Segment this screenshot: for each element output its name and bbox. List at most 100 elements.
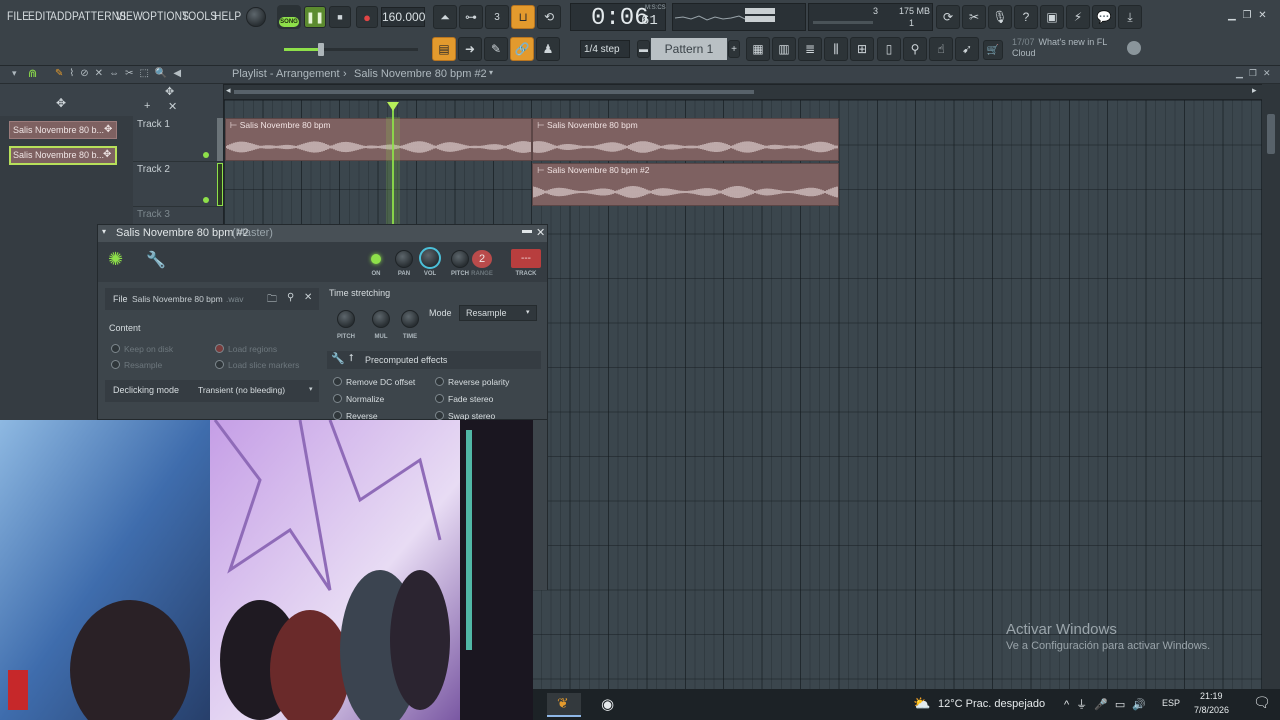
waveform-tab-icon[interactable]: ✺ bbox=[108, 249, 123, 270]
file-name[interactable]: Salis Novembre 80 bpm bbox=[132, 294, 223, 304]
add-track-icon[interactable]: + bbox=[144, 100, 150, 112]
news-panel[interactable]: 17/07 What's new in FL Cloud bbox=[1012, 37, 1122, 61]
pencil-tool-button[interactable]: ✎ bbox=[484, 37, 508, 61]
remove-track-icon[interactable]: ✕ bbox=[168, 100, 177, 113]
remove-dc-option[interactable]: Remove DC offset bbox=[333, 377, 415, 387]
on-led[interactable] bbox=[371, 254, 381, 264]
weather-text[interactable]: 12°C Prac. despejado bbox=[938, 698, 1045, 710]
scroll-left-icon[interactable]: ◂ bbox=[226, 85, 231, 96]
picker-toggle-icon[interactable]: ✥ bbox=[56, 96, 66, 110]
main-volume-handle[interactable] bbox=[318, 43, 324, 56]
minimize-icon[interactable]: ▁ bbox=[1228, 10, 1236, 21]
playback-tool-icon[interactable]: ◀ bbox=[173, 68, 187, 79]
arrangement-dropdown-icon[interactable]: ▾ bbox=[489, 68, 493, 77]
horizontal-scrollbar[interactable]: ◂ ▸ bbox=[224, 85, 1262, 99]
pattern-selector[interactable]: Pattern 1 bbox=[651, 38, 727, 60]
master-volume-knob[interactable] bbox=[246, 7, 266, 27]
slip-tool-icon[interactable]: ⇔ bbox=[109, 68, 125, 79]
language-indicator[interactable]: ESP bbox=[1162, 698, 1180, 708]
load-regions-option[interactable]: Load regions bbox=[215, 344, 277, 354]
dialog-menu-icon[interactable]: ▾ bbox=[102, 227, 106, 236]
slice-markers-option[interactable]: Load slice markers bbox=[215, 360, 299, 370]
weather-icon[interactable]: ⛅ bbox=[913, 695, 930, 712]
menu-tools[interactable]: TOOLS bbox=[182, 9, 217, 23]
track-mute-led[interactable] bbox=[203, 197, 209, 203]
dialog-minimize-icon[interactable]: ▬ bbox=[522, 225, 532, 236]
song-mode-switch[interactable]: SONG bbox=[277, 5, 301, 29]
stop-button[interactable]: ■ bbox=[329, 6, 351, 28]
chat-button[interactable]: 💬 bbox=[1092, 5, 1116, 29]
clock-date[interactable]: 7/8/2026 bbox=[1194, 705, 1229, 715]
zoom-tool-icon[interactable]: 🔍 bbox=[155, 68, 173, 79]
close-icon[interactable]: ✕ bbox=[1258, 10, 1266, 21]
audio-input-button[interactable]: 🎙 bbox=[988, 5, 1012, 29]
clock-time[interactable]: 21:19 bbox=[1200, 691, 1223, 701]
playlist-button[interactable]: ▤ bbox=[432, 37, 456, 61]
snap-selector[interactable]: 1/4 step bbox=[580, 40, 630, 58]
ts-pitch-knob[interactable] bbox=[337, 310, 355, 328]
pattern-prev-button[interactable]: ▬ bbox=[637, 40, 650, 58]
vol-knob[interactable] bbox=[419, 247, 441, 269]
view-browser-button[interactable]: ⊞ bbox=[850, 37, 874, 61]
mute-tool-icon[interactable]: ✕ bbox=[95, 68, 109, 79]
dropdown-arrow-icon[interactable]: ▾ bbox=[309, 385, 313, 393]
usb-icon[interactable]: ⏚ bbox=[1076, 699, 1094, 711]
metronome-button[interactable]: ⏶ bbox=[433, 5, 457, 29]
menu-view[interactable]: VIEW bbox=[116, 9, 143, 23]
shop-button[interactable]: 🛒 bbox=[983, 40, 1003, 60]
record-button[interactable]: ● bbox=[356, 6, 378, 28]
vertical-scroll-thumb[interactable] bbox=[1267, 114, 1275, 154]
clear-file-icon[interactable]: ✕ bbox=[304, 292, 312, 303]
plugin-db-button[interactable]: ⚲ bbox=[903, 37, 927, 61]
maximize-icon[interactable]: ❐ bbox=[1242, 10, 1251, 21]
keep-on-disk-option[interactable]: Keep on disk bbox=[111, 344, 173, 354]
taskbar-app-obs[interactable]: ◉ bbox=[591, 693, 625, 717]
mic-icon[interactable]: 🎤 bbox=[1094, 699, 1115, 711]
track-header[interactable]: Track 2 bbox=[133, 163, 223, 207]
add-pattern-button[interactable]: + bbox=[728, 40, 740, 58]
reverse-polarity-option[interactable]: Reverse polarity bbox=[435, 377, 509, 387]
normalize-option[interactable]: Normalize bbox=[333, 394, 384, 404]
declicking-select[interactable]: Transient (no bleeding) bbox=[198, 385, 285, 395]
pitch-knob[interactable] bbox=[451, 250, 469, 268]
paint-tool-icon[interactable]: ⌇ bbox=[69, 68, 80, 79]
arrow-up-icon[interactable]: ⭡ bbox=[349, 353, 354, 364]
move-icon[interactable]: ✥ bbox=[165, 85, 174, 98]
menu-file[interactable]: FILE bbox=[7, 9, 29, 23]
view-channelrack-button[interactable]: ≣ bbox=[798, 37, 822, 61]
mode-select[interactable]: Resample ▾ bbox=[459, 305, 537, 321]
scroll-thumb[interactable] bbox=[234, 90, 754, 94]
slice-tool-icon[interactable]: ✂ bbox=[125, 68, 139, 79]
select-tool-icon[interactable]: ⬚ bbox=[139, 68, 154, 79]
ts-time-knob[interactable] bbox=[401, 310, 419, 328]
delete-tool-icon[interactable]: ⊘ bbox=[80, 68, 94, 79]
track-selector[interactable]: --- bbox=[511, 249, 541, 268]
blend-notes-button[interactable]: ⊔ bbox=[511, 5, 535, 29]
taskbar-app-fl[interactable]: ❦ bbox=[547, 693, 581, 717]
main-volume-slider[interactable] bbox=[284, 43, 418, 56]
cut-tool-button[interactable]: ✂ bbox=[962, 5, 986, 29]
track-header[interactable]: Track 3 bbox=[133, 208, 223, 224]
loop-record-button[interactable]: ⟲ bbox=[537, 5, 561, 29]
view-playlist-button[interactable]: ▦ bbox=[746, 37, 770, 61]
dialog-titlebar[interactable]: ▾ Salis Novembre 80 bpm #2 (Master) ▬ ✕ bbox=[98, 225, 547, 242]
pin-icon[interactable]: ⚲ bbox=[287, 292, 294, 303]
track-mute-led[interactable] bbox=[203, 152, 209, 158]
menu-help[interactable]: HELP bbox=[214, 9, 241, 23]
plugin-button[interactable]: ⚡ bbox=[1066, 5, 1090, 29]
playlist-window-controls[interactable]: ▁❐✕ bbox=[1236, 68, 1277, 79]
scroll-right-icon[interactable]: ▸ bbox=[1252, 85, 1257, 96]
time-display[interactable]: 0:06 61 M:S:CS bbox=[570, 3, 666, 32]
picker-item-selected[interactable]: Salis Novembre 80 b... ✥ bbox=[9, 146, 117, 165]
resample-option[interactable]: Resample bbox=[111, 360, 162, 370]
stamp-button[interactable]: ♟ bbox=[536, 37, 560, 61]
globe-icon[interactable] bbox=[1127, 41, 1141, 55]
pan-knob[interactable] bbox=[395, 250, 413, 268]
save-button[interactable]: ▣ bbox=[1040, 5, 1064, 29]
display-icon[interactable]: ▭ bbox=[1115, 699, 1132, 711]
arrangement-name[interactable]: Salis Novembre 80 bpm #2 bbox=[354, 68, 487, 80]
menu-edit[interactable]: EDIT bbox=[28, 9, 52, 23]
touch-keyboard-button[interactable]: ☝ bbox=[929, 37, 953, 61]
notifications-icon[interactable]: 🗨 bbox=[1253, 694, 1271, 711]
view-pianoroll-button[interactable]: ▥ bbox=[772, 37, 796, 61]
